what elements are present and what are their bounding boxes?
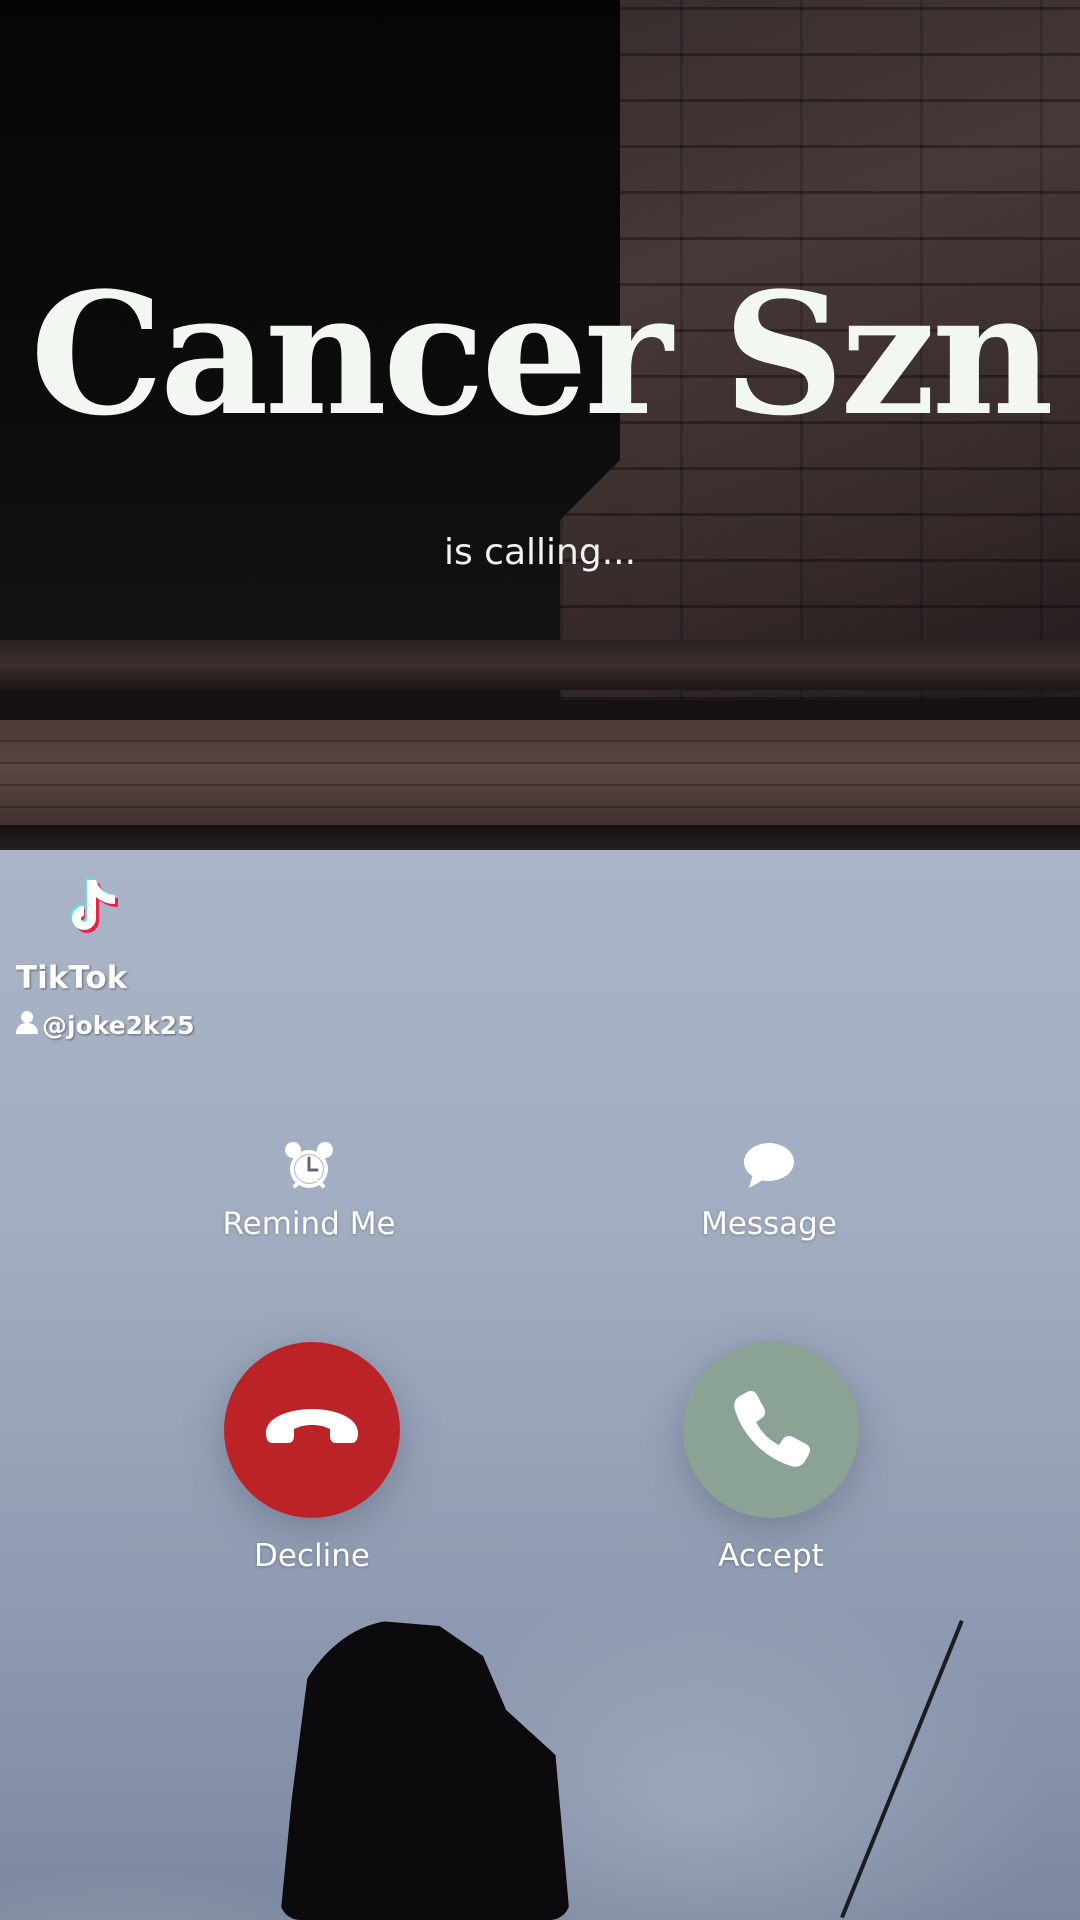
phone-hangup-icon bbox=[260, 1403, 364, 1457]
tiktok-note-icon bbox=[60, 876, 130, 950]
caller-name: Cancer Szn bbox=[30, 255, 1054, 453]
speech-bubble-icon bbox=[743, 1140, 795, 1192]
background-window-sill bbox=[0, 640, 1080, 690]
background-brick-ledge bbox=[0, 720, 1080, 830]
incoming-call-screen: Cancer Szn is calling... TikTok @joke2k2… bbox=[0, 0, 1080, 1920]
user-handle: @joke2k25 bbox=[16, 1010, 194, 1040]
decline-circle[interactable] bbox=[224, 1342, 400, 1518]
accept-button[interactable]: Accept bbox=[641, 1342, 901, 1574]
accept-circle[interactable] bbox=[683, 1342, 859, 1518]
decline-label: Decline bbox=[254, 1538, 370, 1574]
alarm-clock-icon bbox=[283, 1140, 335, 1192]
call-status: is calling... bbox=[443, 532, 637, 573]
decline-button[interactable]: Decline bbox=[182, 1342, 442, 1574]
phone-icon bbox=[729, 1386, 813, 1474]
accept-label: Accept bbox=[718, 1538, 824, 1574]
person-icon bbox=[16, 1010, 38, 1040]
user-handle-text: @joke2k25 bbox=[42, 1010, 195, 1040]
message-label: Message bbox=[701, 1206, 837, 1242]
message-button[interactable]: Message bbox=[639, 1140, 899, 1242]
remind-me-label: Remind Me bbox=[222, 1206, 396, 1242]
tiktok-brand-text: TikTok bbox=[16, 960, 128, 996]
remind-me-button[interactable]: Remind Me bbox=[179, 1140, 439, 1242]
